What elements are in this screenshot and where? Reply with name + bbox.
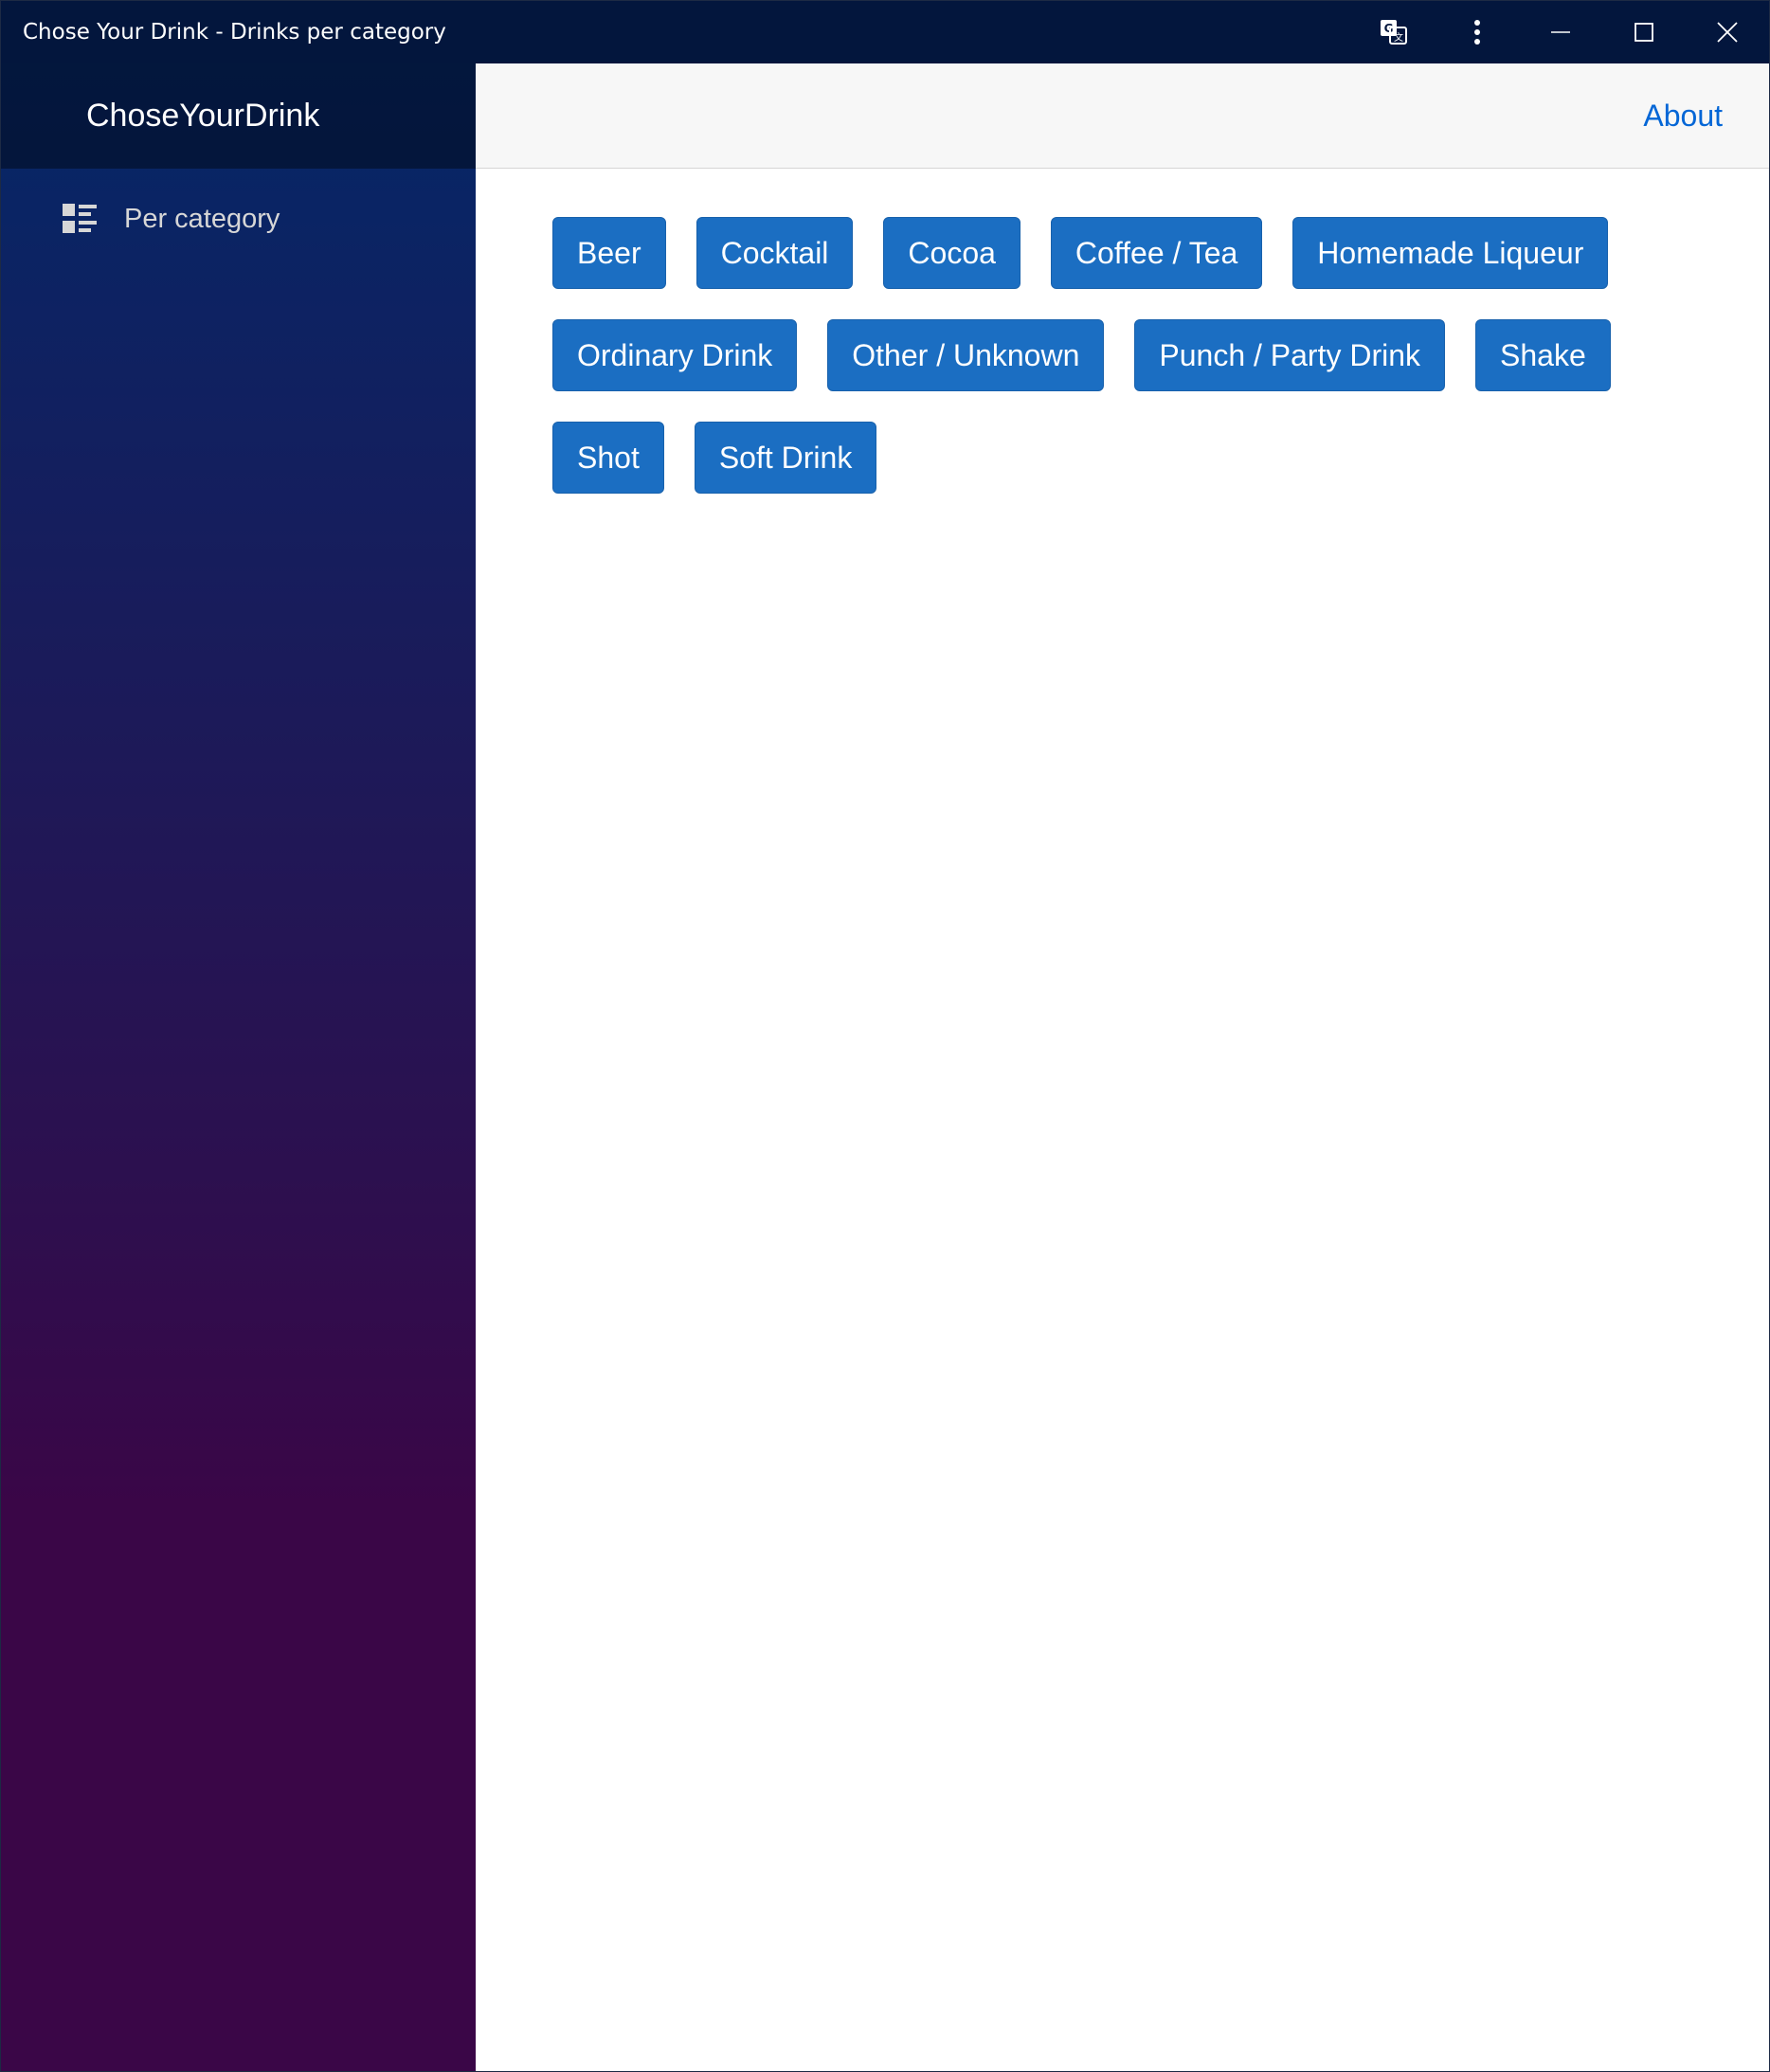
svg-text:文: 文 [1394, 31, 1403, 44]
sidebar-item-label: Per category [124, 203, 280, 234]
category-button-shake[interactable]: Shake [1475, 319, 1611, 391]
category-button-beer[interactable]: Beer [552, 217, 666, 289]
close-icon[interactable] [1686, 1, 1769, 63]
brand-name[interactable]: ChoseYourDrink [86, 98, 319, 135]
category-button-ordinary-drink[interactable]: Ordinary Drink [552, 319, 798, 391]
brand-header: ChoseYourDrink [1, 63, 476, 169]
window-title: Chose Your Drink - Drinks per category [23, 20, 446, 45]
category-button-cocktail[interactable]: Cocktail [695, 217, 854, 289]
sidebar-item-per-category[interactable]: Per category [1, 181, 476, 257]
category-button-shot[interactable]: Shot [552, 422, 664, 494]
main-area: About Beer Cocktail Cocoa Coffee / Tea H… [476, 63, 1769, 2071]
title-bar: Chose Your Drink - Drinks per category G… [1, 1, 1769, 63]
category-button-punch-party-drink[interactable]: Punch / Party Drink [1134, 319, 1446, 391]
category-button-homemade-liqueur[interactable]: Homemade Liqueur [1292, 217, 1609, 289]
category-button-cocoa[interactable]: Cocoa [883, 217, 1020, 289]
top-bar: About [476, 63, 1769, 169]
category-button-soft-drink[interactable]: Soft Drink [694, 422, 877, 494]
category-list-icon [62, 201, 98, 237]
window-controls: G 文 [1352, 1, 1769, 63]
sidebar: ChoseYourDrink Per category [1, 63, 476, 2071]
maximize-icon[interactable] [1602, 1, 1686, 63]
category-button-list: Beer Cocktail Cocoa Coffee / Tea Homemad… [552, 217, 1623, 494]
app-window: Chose Your Drink - Drinks per category G… [0, 0, 1770, 2072]
translate-icon[interactable]: G 文 [1352, 1, 1436, 63]
category-button-other-unknown[interactable]: Other / Unknown [827, 319, 1105, 391]
category-button-coffee-tea[interactable]: Coffee / Tea [1050, 217, 1263, 289]
more-options-icon[interactable] [1436, 1, 1519, 63]
content: Beer Cocktail Cocoa Coffee / Tea Homemad… [476, 169, 1769, 494]
about-link[interactable]: About [1643, 99, 1723, 134]
minimize-icon[interactable] [1519, 1, 1602, 63]
